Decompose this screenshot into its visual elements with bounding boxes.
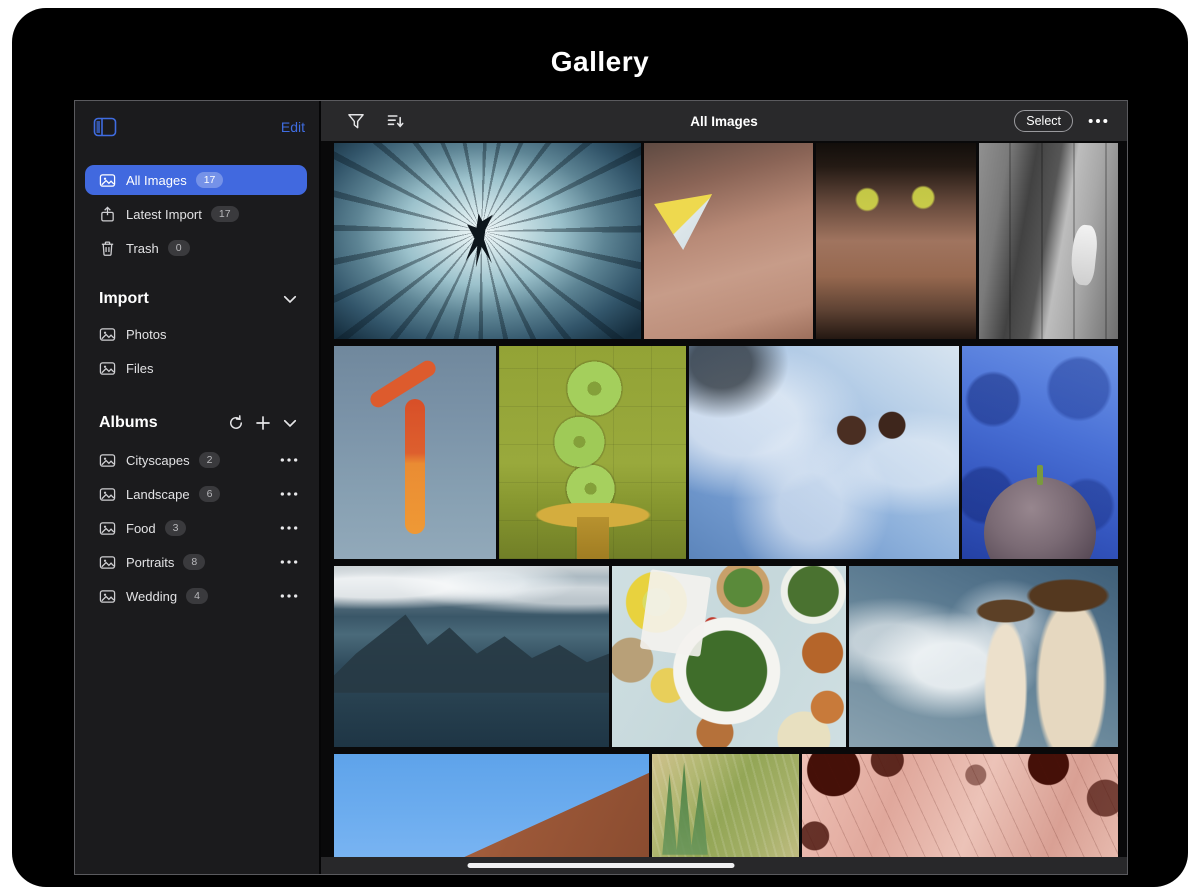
albums-section: Albums Cityscap [75, 411, 319, 613]
album-row-cityscapes[interactable]: Cityscapes 2 [85, 443, 307, 477]
app-window: Edit All Images 17 Latest Import 17 [74, 100, 1128, 875]
sidebar-item-photos[interactable]: Photos [85, 319, 307, 349]
sidebar-item-trash[interactable]: Trash 0 [85, 233, 307, 263]
toolbar: All Images Select [321, 101, 1127, 141]
sort-icon[interactable] [386, 111, 406, 131]
count-badge: 6 [199, 486, 221, 502]
ellipsis-icon[interactable] [1087, 114, 1109, 128]
sidebar-item-label: All Images [126, 173, 187, 188]
album-label: Cityscapes [126, 453, 190, 468]
photo-green-donuts[interactable] [499, 346, 686, 559]
album-row-wedding[interactable]: Wedding 4 [85, 579, 307, 613]
select-button[interactable]: Select [1014, 110, 1073, 132]
sidebar-header: Edit [93, 115, 305, 139]
sidebar-item-label: Latest Import [126, 207, 202, 222]
image-icon [99, 554, 116, 571]
image-icon [99, 326, 116, 343]
photo-women-sun-hats[interactable] [849, 566, 1118, 747]
image-icon [99, 360, 116, 377]
section-title: Albums [99, 414, 227, 432]
ellipsis-icon[interactable] [279, 589, 299, 603]
sidebar-item-files[interactable]: Files [85, 353, 307, 383]
count-badge: 17 [196, 172, 224, 188]
count-badge: 0 [168, 240, 190, 256]
photo-bride-architecture[interactable] [979, 143, 1118, 339]
sidebar-item-label: Trash [126, 241, 159, 256]
page-title: Gallery [12, 46, 1188, 78]
device-frame: Gallery Edit All Images 17 [12, 8, 1188, 887]
album-label: Landscape [126, 487, 190, 502]
sidebar-item-latest-import[interactable]: Latest Import 17 [85, 199, 307, 229]
home-indicator[interactable] [468, 863, 735, 868]
photo-forest-canopy[interactable] [334, 143, 641, 339]
toolbar-title: All Images [321, 114, 1127, 129]
image-icon [99, 486, 116, 503]
plus-icon[interactable] [254, 414, 272, 432]
import-section-header: Import [75, 287, 319, 311]
album-label: Food [126, 521, 156, 536]
trash-icon [99, 240, 116, 257]
photo-pink-terrain[interactable] [802, 754, 1118, 859]
count-badge: 2 [199, 452, 221, 468]
sidebar-item-label: Files [126, 361, 153, 376]
share-icon [99, 206, 116, 223]
album-row-food[interactable]: Food 3 [85, 511, 307, 545]
image-icon [99, 520, 116, 537]
photo-yellow-makeup-face[interactable] [644, 143, 813, 339]
photo-sky-roof[interactable] [334, 754, 649, 859]
count-badge: 3 [165, 520, 187, 536]
chevron-down-icon[interactable] [281, 414, 299, 432]
refresh-icon[interactable] [227, 414, 245, 432]
album-label: Wedding [126, 589, 177, 604]
ellipsis-icon[interactable] [279, 487, 299, 501]
album-row-portraits[interactable]: Portraits 8 [85, 545, 307, 579]
photo-agave-grass[interactable] [652, 754, 799, 859]
main-content: All Images Select [321, 101, 1127, 874]
photo-orange-dancer[interactable] [334, 346, 496, 559]
image-icon [99, 588, 116, 605]
album-row-landscape[interactable]: Landscape 6 [85, 477, 307, 511]
album-label: Portraits [126, 555, 174, 570]
count-badge: 17 [211, 206, 239, 222]
albums-section-header: Albums [75, 411, 319, 435]
photo-blue-fabric-people[interactable] [689, 346, 959, 559]
photo-fig-blue[interactable] [962, 346, 1118, 559]
count-badge: 8 [183, 554, 205, 570]
ellipsis-icon[interactable] [279, 521, 299, 535]
chevron-down-icon[interactable] [281, 290, 299, 308]
photo-mountain-peninsula[interactable] [334, 566, 609, 747]
filter-icon[interactable] [346, 111, 366, 131]
sidebar: Edit All Images 17 Latest Import 17 [75, 101, 321, 874]
photo-grid [334, 143, 1116, 849]
ellipsis-icon[interactable] [279, 453, 299, 467]
sidebar-toggle-icon[interactable] [93, 117, 117, 137]
image-icon [99, 452, 116, 469]
photo-portrait-hands[interactable] [816, 143, 976, 339]
image-icon [99, 172, 116, 189]
photo-food-table[interactable] [612, 566, 846, 747]
sidebar-item-all-images[interactable]: All Images 17 [85, 165, 307, 195]
import-section: Import Photos [75, 287, 319, 383]
edit-button[interactable]: Edit [281, 119, 305, 135]
count-badge: 4 [186, 588, 208, 604]
ellipsis-icon[interactable] [279, 555, 299, 569]
library-list: All Images 17 Latest Import 17 Trash 0 [75, 165, 319, 263]
section-title: Import [99, 290, 281, 308]
sidebar-item-label: Photos [126, 327, 166, 342]
